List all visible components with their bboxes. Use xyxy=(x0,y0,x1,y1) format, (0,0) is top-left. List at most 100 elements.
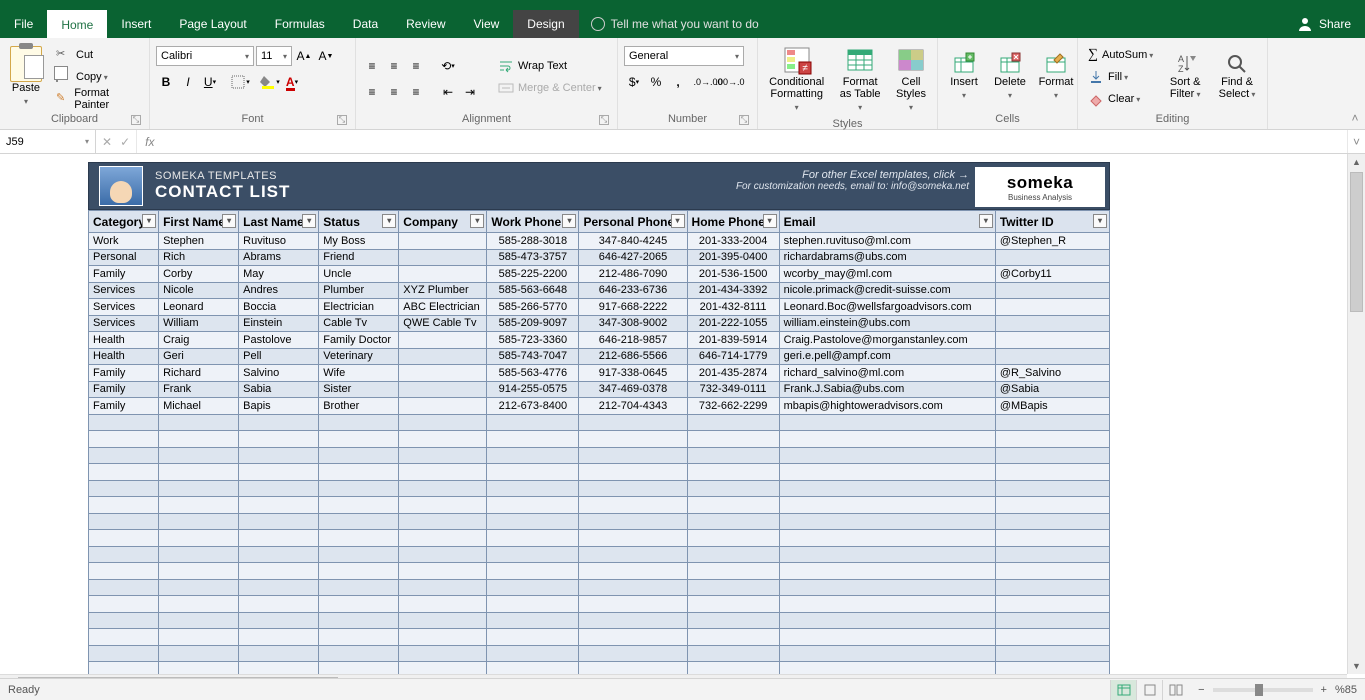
table-cell[interactable]: 585-563-4776 xyxy=(487,365,579,382)
table-cell[interactable] xyxy=(487,414,579,431)
table-cell[interactable] xyxy=(779,579,995,596)
alignment-dialog-launcher[interactable]: ⤡ xyxy=(599,115,609,125)
table-cell[interactable]: 347-840-4245 xyxy=(579,233,687,250)
scroll-down-arrow[interactable]: ▼ xyxy=(1348,658,1365,674)
table-cell[interactable] xyxy=(995,497,1109,514)
column-header[interactable]: Personal Phone▾ xyxy=(579,211,687,233)
table-cell[interactable] xyxy=(399,332,487,349)
table-cell[interactable] xyxy=(399,530,487,547)
table-cell[interactable] xyxy=(779,414,995,431)
table-cell[interactable] xyxy=(779,480,995,497)
table-cell[interactable] xyxy=(579,596,687,613)
table-row[interactable]: PersonalRichAbramsFriend585-473-3757646-… xyxy=(89,249,1110,266)
table-cell[interactable] xyxy=(687,579,779,596)
table-cell[interactable] xyxy=(687,431,779,448)
table-cell[interactable] xyxy=(399,447,487,464)
column-header[interactable]: Status▾ xyxy=(319,211,399,233)
table-cell[interactable]: XYZ Plumber xyxy=(399,282,487,299)
table-cell[interactable] xyxy=(687,530,779,547)
table-cell[interactable] xyxy=(239,530,319,547)
filter-dropdown-icon[interactable]: ▾ xyxy=(1093,214,1107,228)
table-cell[interactable] xyxy=(579,612,687,629)
expand-formula-bar-button[interactable]: ˅ xyxy=(1347,130,1365,153)
table-cell[interactable]: 212-486-7090 xyxy=(579,266,687,283)
font-color-button[interactable]: A▾ xyxy=(282,72,302,92)
table-cell[interactable] xyxy=(995,645,1109,662)
column-header[interactable]: Email▾ xyxy=(779,211,995,233)
table-cell[interactable] xyxy=(399,249,487,266)
table-cell[interactable] xyxy=(579,447,687,464)
filter-dropdown-icon[interactable]: ▾ xyxy=(142,214,156,228)
table-cell[interactable] xyxy=(687,662,779,675)
table-cell[interactable] xyxy=(995,513,1109,530)
table-cell[interactable] xyxy=(687,629,779,646)
tab-formulas[interactable]: Formulas xyxy=(261,10,339,38)
table-cell[interactable] xyxy=(687,497,779,514)
sort-filter-button[interactable]: AZ Sort & Filter xyxy=(1163,42,1207,111)
table-cell[interactable] xyxy=(319,612,399,629)
table-cell[interactable] xyxy=(89,497,159,514)
table-row-empty[interactable] xyxy=(89,662,1110,675)
banner-line1[interactable]: For other Excel templates, click → xyxy=(736,169,969,181)
format-painter-button[interactable]: Format Painter xyxy=(52,89,143,109)
find-select-button[interactable]: Find & Select xyxy=(1213,42,1261,111)
zoom-in-button[interactable]: + xyxy=(1321,684,1327,696)
table-cell[interactable]: Stephen xyxy=(159,233,239,250)
table-cell[interactable] xyxy=(319,629,399,646)
table-cell[interactable] xyxy=(319,579,399,596)
table-cell[interactable] xyxy=(89,546,159,563)
table-cell[interactable]: Family xyxy=(89,266,159,283)
table-cell[interactable] xyxy=(399,398,487,415)
tab-design[interactable]: Design xyxy=(513,10,578,38)
table-cell[interactable]: 201-839-5914 xyxy=(687,332,779,349)
copy-button[interactable]: Copy xyxy=(52,67,143,87)
table-cell[interactable] xyxy=(399,629,487,646)
table-cell[interactable] xyxy=(487,596,579,613)
table-cell[interactable] xyxy=(779,645,995,662)
italic-button[interactable]: I xyxy=(178,72,198,92)
page-break-view-button[interactable] xyxy=(1162,680,1188,700)
table-row-empty[interactable] xyxy=(89,480,1110,497)
table-cell[interactable]: 347-469-0378 xyxy=(579,381,687,398)
table-row[interactable]: FamilyRichardSalvinoWife585-563-4776917-… xyxy=(89,365,1110,382)
fill-color-button[interactable]: ▾ xyxy=(260,72,280,92)
table-cell[interactable] xyxy=(995,530,1109,547)
table-cell[interactable]: 646-714-1779 xyxy=(687,348,779,365)
share-button[interactable]: Share xyxy=(1283,10,1365,38)
table-cell[interactable] xyxy=(579,431,687,448)
tab-page-layout[interactable]: Page Layout xyxy=(165,10,260,38)
table-cell[interactable] xyxy=(399,662,487,675)
table-cell[interactable] xyxy=(399,464,487,481)
table-cell[interactable] xyxy=(89,530,159,547)
table-cell[interactable] xyxy=(779,530,995,547)
table-cell[interactable]: 646-233-6736 xyxy=(579,282,687,299)
table-row[interactable]: HealthCraigPastoloveFamily Doctor585-723… xyxy=(89,332,1110,349)
table-cell[interactable] xyxy=(487,629,579,646)
table-cell[interactable] xyxy=(399,233,487,250)
align-center-button[interactable]: ≡ xyxy=(384,82,404,102)
table-cell[interactable] xyxy=(239,645,319,662)
table-cell[interactable] xyxy=(239,662,319,675)
table-cell[interactable] xyxy=(89,513,159,530)
table-cell[interactable] xyxy=(159,579,239,596)
table-cell[interactable] xyxy=(159,629,239,646)
table-cell[interactable]: 585-743-7047 xyxy=(487,348,579,365)
table-cell[interactable] xyxy=(89,563,159,580)
currency-button[interactable]: $▾ xyxy=(624,72,644,92)
table-cell[interactable] xyxy=(319,513,399,530)
table-cell[interactable] xyxy=(995,282,1109,299)
table-cell[interactable] xyxy=(319,563,399,580)
table-cell[interactable]: @MBapis xyxy=(995,398,1109,415)
table-cell[interactable]: Bapis xyxy=(239,398,319,415)
table-cell[interactable] xyxy=(399,497,487,514)
autosum-button[interactable]: ∑AutoSum xyxy=(1084,45,1157,65)
table-row-empty[interactable] xyxy=(89,497,1110,514)
table-cell[interactable]: Veterinary xyxy=(319,348,399,365)
column-header[interactable]: Twitter ID▾ xyxy=(995,211,1109,233)
table-cell[interactable]: 347-308-9002 xyxy=(579,315,687,332)
table-cell[interactable] xyxy=(487,662,579,675)
table-cell[interactable] xyxy=(995,596,1109,613)
percent-button[interactable]: % xyxy=(646,72,666,92)
conditional-formatting-button[interactable]: ≠ Conditional Formatting xyxy=(764,42,829,116)
table-cell[interactable]: Einstein xyxy=(239,315,319,332)
